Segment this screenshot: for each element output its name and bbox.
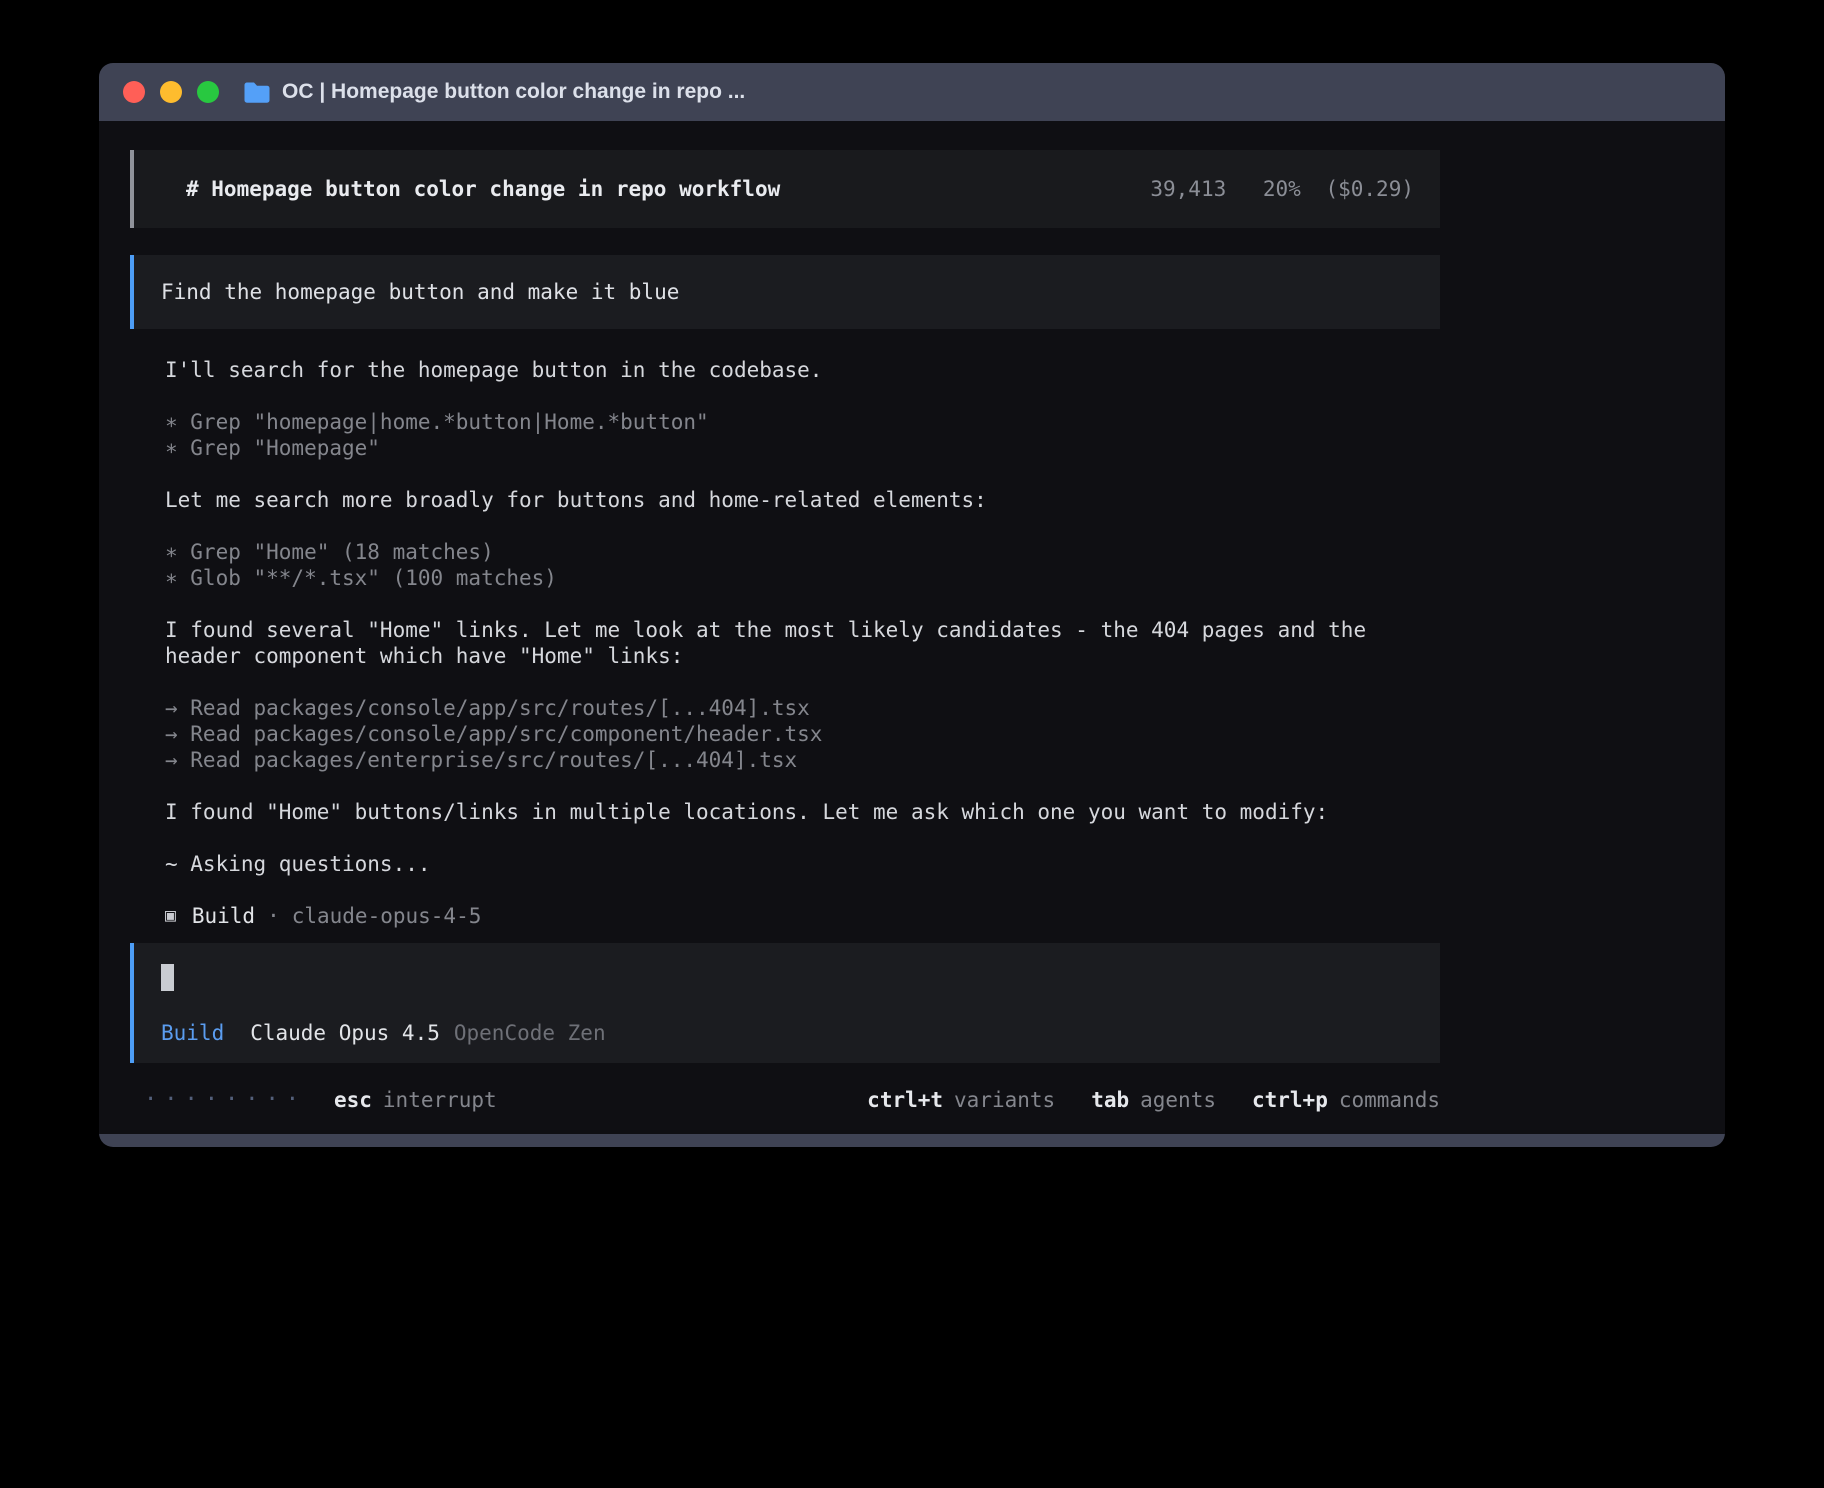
minimize-button[interactable] (160, 81, 182, 103)
folder-icon (243, 81, 270, 104)
input-status-line: Build Claude Opus 4.5 OpenCode Zen (161, 1021, 1413, 1045)
provider-label: OpenCode Zen (454, 1021, 606, 1045)
session-stats: 39,413 20% ($0.29) (1150, 177, 1414, 201)
status-bar: ········ esc interrupt ctrl+t variants t… (130, 1087, 1440, 1112)
shortcut-key: tab (1091, 1088, 1129, 1112)
shortcut-key: ctrl+t (867, 1088, 943, 1112)
token-count: 39,413 (1150, 177, 1226, 201)
tool-call-group: ∗ Grep "Home" (18 matches) ∗ Glob "**/*.… (165, 539, 1405, 591)
session-title: # Homepage button color change in repo w… (186, 177, 780, 201)
agent-label: Build (192, 903, 255, 929)
spinner-dots-icon: ········ (144, 1087, 306, 1112)
prompt-input[interactable]: Build Claude Opus 4.5 OpenCode Zen (130, 943, 1440, 1063)
tool-call-read: → Read packages/console/app/src/routes/[… (165, 695, 1405, 721)
agent-status-line: ▣ Build · claude-opus-4-5 (165, 903, 1405, 929)
traffic-lights (123, 81, 219, 103)
context-percent: 20% (1263, 177, 1301, 201)
agent-icon: ▣ (165, 903, 176, 929)
assistant-output: I'll search for the homepage button in t… (130, 357, 1405, 929)
terminal-window: OC | Homepage button color change in rep… (99, 63, 1725, 1147)
shortcut-variants[interactable]: ctrl+t variants (867, 1088, 1055, 1112)
tool-call-read: → Read packages/console/app/src/componen… (165, 721, 1405, 747)
tool-call-group: → Read packages/console/app/src/routes/[… (165, 695, 1405, 773)
shortcut-label: agents (1140, 1088, 1216, 1112)
text-cursor (161, 964, 174, 991)
session-cost: ($0.29) (1325, 177, 1414, 201)
window-title: OC | Homepage button color change in rep… (282, 80, 745, 104)
zoom-button[interactable] (197, 81, 219, 103)
tool-call-grep: ∗ Grep "homepage|home.*button|Home.*butt… (165, 409, 1405, 435)
shortcut-interrupt[interactable]: esc interrupt (334, 1088, 497, 1112)
esc-label: interrupt (383, 1088, 497, 1112)
separator-dot: · (267, 903, 280, 929)
assistant-paragraph: I found "Home" buttons/links in multiple… (165, 799, 1405, 825)
titlebar[interactable]: OC | Homepage button color change in rep… (99, 63, 1725, 121)
model-id: claude-opus-4-5 (292, 903, 482, 929)
shortcut-label: commands (1339, 1088, 1440, 1112)
shortcut-commands[interactable]: ctrl+p commands (1252, 1088, 1440, 1112)
asking-questions-status: ~ Asking questions... (165, 851, 1405, 877)
session-header: # Homepage button color change in repo w… (130, 150, 1440, 228)
tool-call-grep: ∗ Grep "Homepage" (165, 435, 1405, 461)
assistant-paragraph: I found several "Home" links. Let me loo… (165, 617, 1405, 669)
terminal-content: # Homepage button color change in repo w… (99, 121, 1725, 1134)
esc-key: esc (334, 1088, 372, 1112)
shortcut-key: ctrl+p (1252, 1088, 1328, 1112)
tool-call-read: → Read packages/enterprise/src/routes/[.… (165, 747, 1405, 773)
shortcut-label: variants (954, 1088, 1055, 1112)
agent-mode-label[interactable]: Build (161, 1021, 224, 1045)
shortcut-agents[interactable]: tab agents (1091, 1088, 1216, 1112)
assistant-paragraph: Let me search more broadly for buttons a… (165, 487, 1405, 513)
close-button[interactable] (123, 81, 145, 103)
tool-call-glob: ∗ Glob "**/*.tsx" (100 matches) (165, 565, 1405, 591)
active-model-label[interactable]: Claude Opus 4.5 (250, 1021, 440, 1045)
tool-call-grep: ∗ Grep "Home" (18 matches) (165, 539, 1405, 565)
tool-call-group: ∗ Grep "homepage|home.*button|Home.*butt… (165, 409, 1405, 461)
user-message: Find the homepage button and make it blu… (130, 255, 1440, 329)
assistant-paragraph: I'll search for the homepage button in t… (165, 357, 1405, 383)
user-message-text: Find the homepage button and make it blu… (161, 280, 679, 304)
